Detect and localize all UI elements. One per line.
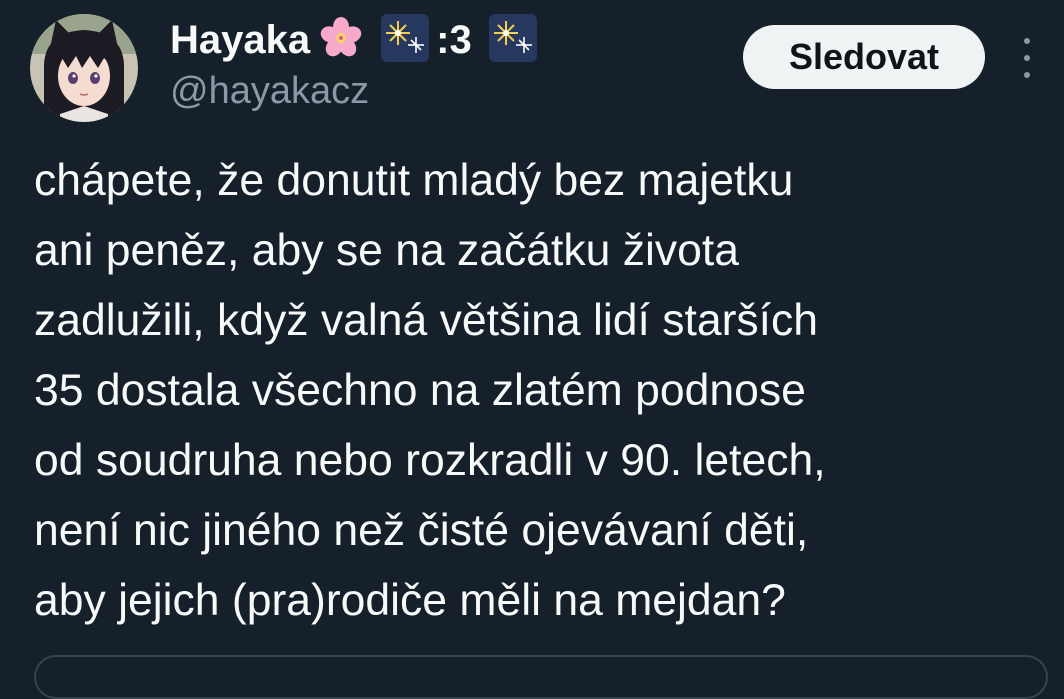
name-row: Hayaka:3	[170, 13, 538, 68]
tweet-text: chápete, že donutit mladý bez majetku an…	[34, 146, 1044, 636]
tweet-header: Hayaka:3 @hayakacz	[170, 13, 538, 113]
tweet-text-line: 35 dostala všechno na zlatém podnose	[34, 366, 806, 415]
user-handle[interactable]: @hayakacz	[170, 70, 538, 113]
tweet-text-line: od soudruha nebo rozkradli v 90. letech,	[34, 436, 826, 485]
tweet-container: Hayaka:3 @hayakacz Sledovat chápete, že…	[0, 0, 1064, 699]
tweet-text-line: zadlužili, když valná většina lidí starš…	[34, 296, 819, 345]
fireworks-icon	[380, 13, 430, 68]
avatar[interactable]	[30, 14, 138, 122]
more-dot	[1024, 72, 1030, 78]
avatar-image	[30, 14, 138, 122]
tweet-text-line: aby jejich (pra)rodiče měli na mejdan?	[34, 576, 786, 625]
embedded-card[interactable]	[34, 655, 1048, 699]
tweet-text-line: ani peněz, aby se na začátku života	[34, 226, 740, 275]
more-dot	[1024, 38, 1030, 44]
display-name[interactable]: Hayaka	[170, 18, 310, 63]
cherry-blossom-icon	[316, 15, 366, 66]
tweet-text-line: není nic jiného než čisté ojevávaní děti…	[34, 506, 809, 555]
name-suffix: :3	[436, 17, 472, 62]
fireworks-icon	[488, 13, 538, 68]
tweet-text-line: chápete, že donutit mladý bez majetku	[34, 156, 794, 205]
follow-button[interactable]: Sledovat	[743, 25, 985, 89]
more-vertical-icon[interactable]	[1010, 38, 1044, 78]
more-dot	[1024, 55, 1030, 61]
